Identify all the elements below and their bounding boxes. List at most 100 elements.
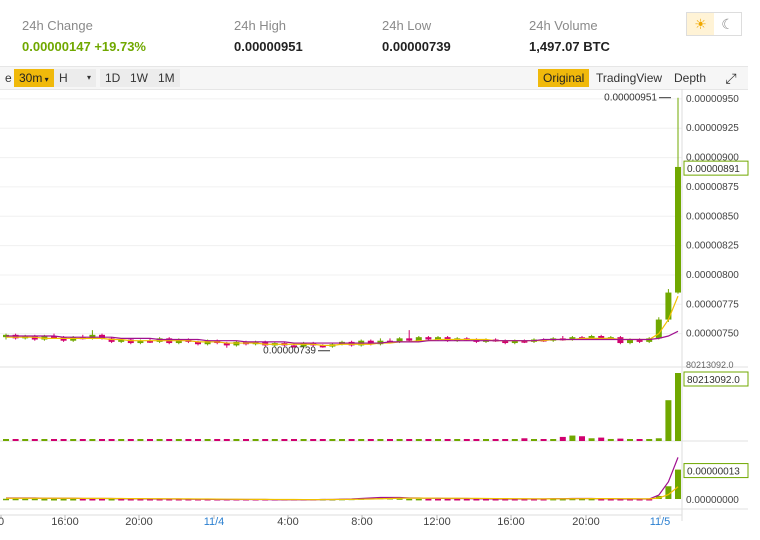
indicator-histogram-bar xyxy=(70,499,77,501)
interval-label: 30m xyxy=(19,71,43,85)
volume-bar xyxy=(271,439,278,441)
view-original-tab[interactable]: Original xyxy=(538,69,590,87)
moon-icon[interactable]: ☾ xyxy=(714,13,741,35)
indicator-histogram-bar xyxy=(406,498,413,501)
volume-bar xyxy=(166,439,173,441)
volume-bar xyxy=(70,439,77,441)
stat-24h-volume: 24h Volume 1,497.07 BTC xyxy=(529,18,610,54)
low-price-marker: 0.00000739 xyxy=(263,346,316,357)
interval-hour-dropdown[interactable]: H ▾ xyxy=(54,69,96,87)
time-tick-label: 11/4 xyxy=(204,516,225,528)
chart-toolbar: e 30m ▾ H ▾ 1D 1W 1M Original TradingVie… xyxy=(0,66,748,90)
dropdown-arrow-icon: ▾ xyxy=(42,75,49,84)
volume-bar xyxy=(99,439,105,441)
volume-bar xyxy=(406,439,413,441)
volume-bar xyxy=(310,439,317,441)
fullscreen-icon[interactable]: ⤢ xyxy=(722,69,740,87)
indicator-histogram-bar xyxy=(444,499,451,501)
volume-bar xyxy=(617,438,624,441)
volume-bar xyxy=(31,439,38,441)
dropdown-arrow-icon: ▾ xyxy=(86,73,91,82)
volume-bar xyxy=(291,439,297,441)
theme-toggle[interactable]: ☀ ☾ xyxy=(686,12,742,36)
candlestick-series xyxy=(3,97,681,348)
volume-bar xyxy=(425,439,432,441)
volume-bar xyxy=(483,439,489,441)
price-tick-label: 0.00000800 xyxy=(686,270,739,281)
stat-24h-high: 24h High 0.00000951 xyxy=(234,18,303,54)
indicator-histogram-bar xyxy=(454,499,461,501)
volume-bar xyxy=(646,439,653,441)
indicator-series xyxy=(3,457,681,501)
volume-bar xyxy=(598,437,605,441)
volume-bar xyxy=(147,439,153,441)
volume-bar xyxy=(540,439,547,441)
view-tradingview-tab[interactable]: TradingView xyxy=(591,69,667,87)
volume-bar xyxy=(108,439,115,441)
candle-body xyxy=(406,338,413,341)
volume-bar xyxy=(531,439,537,441)
volume-bar xyxy=(492,439,499,441)
volume-bar xyxy=(300,439,307,441)
volume-bar xyxy=(41,439,48,441)
kline-chart[interactable]: 0.000009500.000009250.000009000.00000875… xyxy=(0,89,760,540)
volume-bar xyxy=(204,439,211,441)
interval-30m-button[interactable]: 30m ▾ xyxy=(14,69,54,87)
indicator-histogram-bar xyxy=(60,499,67,501)
view-depth-tab[interactable]: Depth xyxy=(669,69,711,87)
volume-bar xyxy=(665,400,672,441)
stat-value: 0.00000951 xyxy=(234,39,303,54)
sun-icon[interactable]: ☀ xyxy=(687,13,714,35)
volume-bar xyxy=(454,439,461,441)
volume-bar xyxy=(137,439,144,441)
chart-grid xyxy=(0,89,748,521)
indicator-histogram-bar xyxy=(108,499,115,501)
volume-bar xyxy=(463,439,470,441)
indicator-histogram-bar xyxy=(425,499,432,501)
interval-1w-button[interactable]: 1W xyxy=(125,69,153,87)
stat-value: 1,497.07 BTC xyxy=(529,39,610,54)
current-price-label: 0.00000891 xyxy=(687,164,740,175)
volume-bar xyxy=(655,438,662,441)
volume-bar xyxy=(79,439,86,441)
volume-bar xyxy=(89,439,96,441)
volume-bar xyxy=(367,439,374,441)
time-tick-label: 20:00 xyxy=(572,516,600,528)
ticker-stats: 24h Change 0.00000147 +19.73% 24h High 0… xyxy=(0,0,760,66)
indicator-histogram-bar xyxy=(31,498,38,501)
volume-bar xyxy=(415,439,422,441)
price-tick-label: 0.00000850 xyxy=(686,211,739,222)
volume-bar xyxy=(185,439,192,441)
stat-value: 0.00000739 xyxy=(382,39,451,54)
volume-bar xyxy=(252,439,259,441)
volume-bar xyxy=(175,439,182,441)
time-tick-label: 20:00 xyxy=(125,516,153,528)
indicator-histogram-bar xyxy=(463,499,470,501)
stat-label: 24h Change xyxy=(22,18,93,33)
volume-bar xyxy=(511,439,518,441)
volume-bar xyxy=(569,435,576,441)
indicator-histogram-bar xyxy=(12,498,19,501)
volume-bar xyxy=(281,439,288,441)
candle-body xyxy=(425,337,432,340)
interval-1m-button[interactable]: 1M xyxy=(153,69,180,87)
indicator-histogram-bar xyxy=(435,499,441,501)
indicator-histogram-bar xyxy=(51,499,57,501)
volume-bar xyxy=(339,439,345,441)
ma-fast-line xyxy=(6,295,679,346)
stat-label: 24h High xyxy=(234,18,287,33)
change-value: 0.00000147 xyxy=(22,39,91,54)
volume-bar xyxy=(636,439,643,441)
indicator-zero-label: 0.00000000 xyxy=(686,495,739,506)
stat-label: 24h Volume xyxy=(529,18,598,33)
interval-1d-button[interactable]: 1D xyxy=(100,69,126,87)
volume-bar xyxy=(607,438,614,441)
volume-bar xyxy=(60,439,67,441)
indicator-histogram-bar xyxy=(415,498,422,501)
volume-bar xyxy=(223,439,230,441)
volume-bar xyxy=(22,439,29,441)
change-percent: +19.73% xyxy=(94,39,146,54)
chart-axes: 0.000009500.000009250.000009000.00000875… xyxy=(0,94,739,528)
price-tick-label: 0.00000875 xyxy=(686,182,739,193)
volume-bar xyxy=(262,439,269,441)
